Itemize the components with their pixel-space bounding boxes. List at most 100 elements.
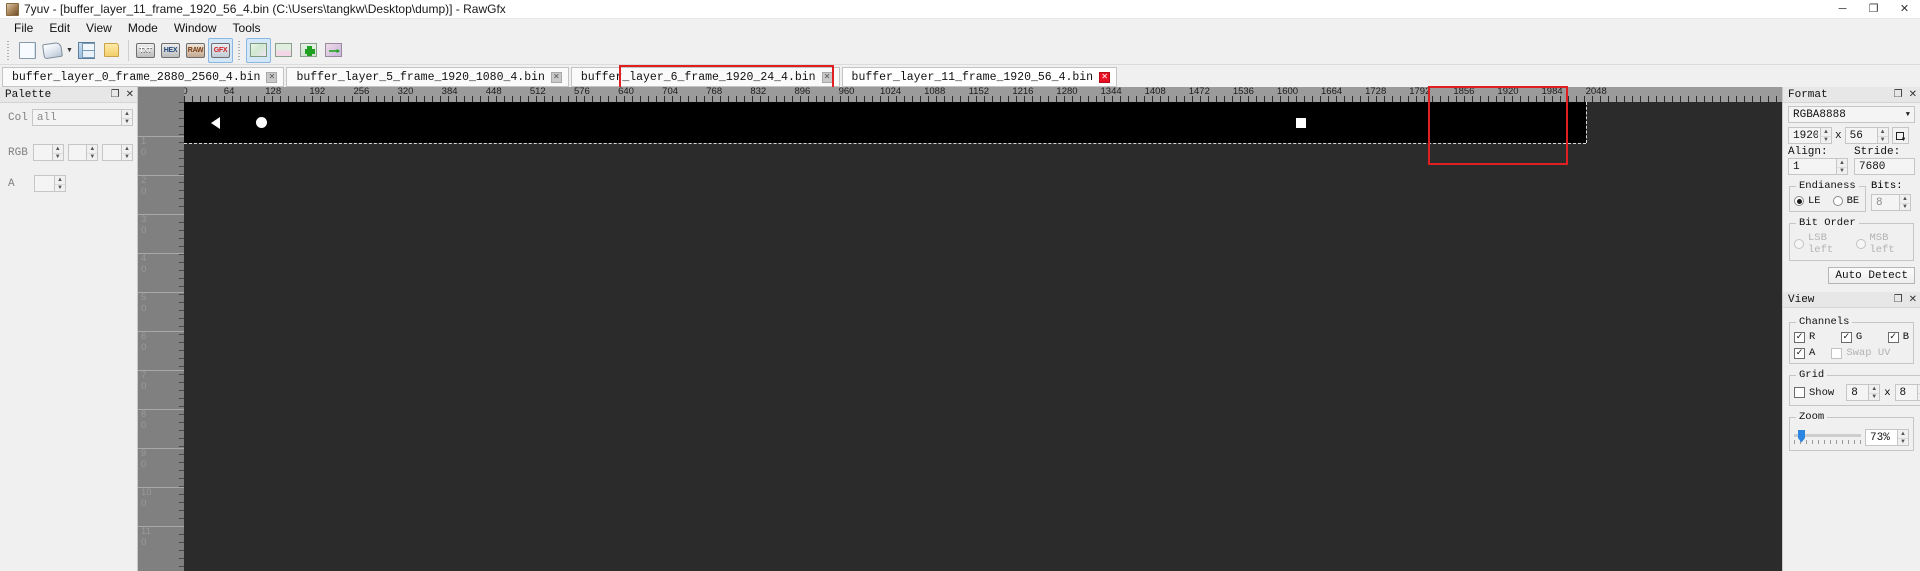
image-height-spinner[interactable]: ▲ ▼ <box>1876 128 1888 143</box>
grid-height-field[interactable]: ▲ ▼ <box>1894 384 1920 401</box>
spin-down-icon[interactable]: ▼ <box>1821 135 1831 144</box>
palette-col-spinner[interactable]: ▲ ▼ <box>121 110 132 125</box>
spin-down-icon[interactable]: ▼ <box>1837 166 1847 175</box>
canvas-area[interactable]: 0 64 128 192 256 320 384 448 512 576 640 704 768 832 8… <box>138 87 1782 571</box>
aspect-lock-button[interactable]: ▼ <box>1891 127 1909 144</box>
palette-alpha-field[interactable]: ▲ ▼ <box>34 175 66 192</box>
spin-up-icon[interactable]: ▲ <box>122 110 132 118</box>
palette-g-field[interactable]: ▲ ▼ <box>67 144 99 161</box>
endian-le-radio[interactable]: LE <box>1794 195 1821 207</box>
image-height-field[interactable]: ▲ ▼ <box>1844 127 1889 144</box>
maximize-button[interactable]: ❐ <box>1858 0 1889 19</box>
grid-width-field[interactable]: ▲ ▼ <box>1846 384 1881 401</box>
palette-g-input[interactable] <box>68 145 87 160</box>
spin-up-icon[interactable]: ▲ <box>1869 385 1879 393</box>
minimize-button[interactable]: ─ <box>1827 0 1858 19</box>
palette-r-spinner[interactable]: ▲ ▼ <box>51 145 63 161</box>
format-float-icon[interactable]: ❐ <box>1894 89 1903 100</box>
palette-r-field[interactable]: ▲ ▼ <box>33 144 64 161</box>
open-file-dropdown-icon[interactable]: ▼ <box>65 38 74 63</box>
tab-buffer-layer-11[interactable]: buffer_layer_11_frame_1920_56_4.bin ✕ <box>841 67 1118 87</box>
bits-input[interactable] <box>1872 195 1899 210</box>
view-hex-button[interactable]: HEX <box>158 38 183 63</box>
bits-field[interactable]: ▲ ▼ <box>1871 194 1911 211</box>
spin-up-icon[interactable]: ▲ <box>55 176 65 184</box>
chevron-down-icon[interactable]: ▼ <box>1901 137 1907 143</box>
palette-alpha-spinner[interactable]: ▲ ▼ <box>54 176 65 191</box>
image-width-input[interactable] <box>1789 128 1820 143</box>
tab-close-icon[interactable]: ✕ <box>821 71 833 83</box>
spin-down-icon[interactable]: ▼ <box>1900 202 1910 211</box>
align-input[interactable] <box>1789 159 1836 174</box>
view-raw-button[interactable]: RAW <box>183 38 208 63</box>
spin-up-icon[interactable]: ▲ <box>1821 128 1831 136</box>
palette-close-icon[interactable]: ✕ <box>126 89 134 100</box>
palette-r-input[interactable] <box>34 145 52 160</box>
palette-col-input[interactable] <box>32 110 121 125</box>
chevron-down-icon[interactable]: ▼ <box>1906 111 1910 119</box>
menu-item-mode[interactable]: Mode <box>120 20 166 36</box>
zoom-value-spinner[interactable]: ▲ ▼ <box>1897 430 1908 445</box>
grid-show-checkbox[interactable]: Show <box>1794 387 1834 399</box>
toolbar-grip-2[interactable] <box>236 39 243 61</box>
channel-a-checkbox[interactable]: ✓ A <box>1794 347 1815 359</box>
spin-down-icon[interactable]: ▼ <box>52 152 63 161</box>
menu-item-view[interactable]: View <box>78 20 120 36</box>
spin-down-icon[interactable]: ▼ <box>122 117 132 126</box>
menu-item-file[interactable]: File <box>6 20 41 36</box>
spin-up-icon[interactable]: ▲ <box>87 145 97 153</box>
channel-g-checkbox[interactable]: ✓ G <box>1840 331 1862 343</box>
palette-b-input[interactable] <box>103 145 121 160</box>
save-file-button[interactable] <box>74 38 99 63</box>
grid-height-input[interactable] <box>1895 385 1917 400</box>
grid-height-spinner[interactable]: ▲ ▼ <box>1916 385 1920 400</box>
image-width-spinner[interactable]: ▲ ▼ <box>1820 128 1831 143</box>
palette-g-spinner[interactable]: ▲ ▼ <box>86 145 98 161</box>
spin-down-icon[interactable]: ▼ <box>1869 392 1880 401</box>
align-field[interactable]: ▲ ▼ <box>1788 158 1848 175</box>
add-image-button[interactable] <box>296 38 321 63</box>
menu-item-tools[interactable]: Tools <box>225 20 269 36</box>
spin-down-icon[interactable]: ▼ <box>87 152 98 161</box>
view-float-icon[interactable]: ❐ <box>1894 294 1903 305</box>
tab-buffer-layer-6[interactable]: buffer_layer_6_frame_1920_24_4.bin ✕ <box>570 67 840 87</box>
view-close-icon[interactable]: ✕ <box>1909 294 1917 305</box>
menu-item-edit[interactable]: Edit <box>41 20 78 36</box>
palette-alpha-input[interactable] <box>35 176 54 191</box>
toolbar-grip-1[interactable] <box>5 39 12 61</box>
spin-up-icon[interactable]: ▲ <box>1900 195 1910 203</box>
channel-r-checkbox[interactable]: ✓ R <box>1794 331 1815 343</box>
new-file-button[interactable] <box>15 38 40 63</box>
folder-button[interactable] <box>99 38 124 63</box>
raw-image-strip[interactable] <box>184 102 1586 143</box>
tab-buffer-layer-0[interactable]: buffer_layer_0_frame_2880_2560_4.bin ✕ <box>2 67 285 87</box>
palette-b-spinner[interactable]: ▲ ▼ <box>120 145 132 161</box>
image-viewport[interactable] <box>184 102 1782 571</box>
align-spinner[interactable]: ▲ ▼ <box>1836 159 1847 174</box>
view-txt-button[interactable]: TXT <box>133 38 158 63</box>
zoom-slider[interactable] <box>1794 429 1861 446</box>
tab-close-icon[interactable]: ✕ <box>266 71 278 83</box>
tab-close-icon[interactable]: ✕ <box>1099 71 1111 83</box>
spin-up-icon[interactable]: ▲ <box>122 145 132 153</box>
spin-up-icon[interactable]: ▲ <box>1837 159 1847 167</box>
close-button[interactable]: ✕ <box>1889 0 1920 19</box>
zoom-value-field[interactable]: ▲ ▼ <box>1865 429 1909 446</box>
stride-field[interactable]: 7680 <box>1854 158 1915 175</box>
spin-down-icon[interactable]: ▼ <box>1898 437 1908 446</box>
tab-buffer-layer-5[interactable]: buffer_layer_5_frame_1920_1080_4.bin ✕ <box>286 67 569 87</box>
spin-down-icon[interactable]: ▼ <box>121 152 132 161</box>
channel-b-checkbox[interactable]: ✓ B <box>1887 331 1909 343</box>
spin-up-icon[interactable]: ▲ <box>1878 128 1888 136</box>
palette-col-field[interactable]: ▲ ▼ <box>31 109 133 126</box>
view-gfx-button[interactable]: GFX <box>208 37 233 63</box>
grid-width-input[interactable] <box>1847 385 1869 400</box>
menu-item-window[interactable]: Window <box>166 20 225 36</box>
image-view-button[interactable] <box>246 37 271 63</box>
spin-down-icon[interactable]: ▼ <box>55 183 65 192</box>
zoom-value-input[interactable] <box>1866 430 1897 445</box>
open-file-button[interactable] <box>40 38 65 63</box>
endian-be-radio[interactable]: BE <box>1832 195 1859 207</box>
spin-up-icon[interactable]: ▲ <box>1898 430 1908 438</box>
format-close-icon[interactable]: ✕ <box>1909 89 1917 100</box>
